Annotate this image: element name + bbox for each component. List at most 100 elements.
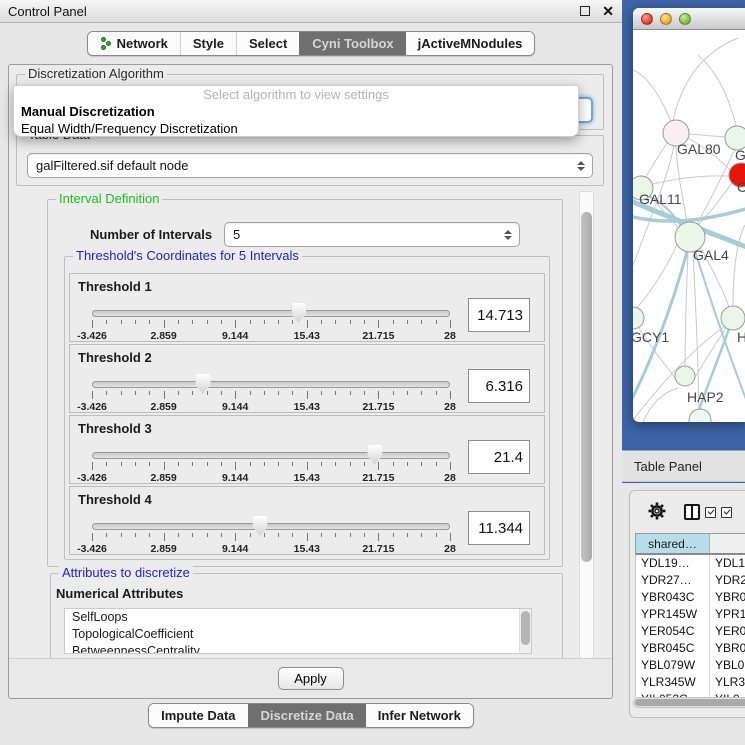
table-cell[interactable]: YDL1 xyxy=(710,555,745,572)
teal-edge[interactable] xyxy=(695,329,729,422)
tab-select[interactable]: Select xyxy=(236,32,299,55)
gray-edge[interactable] xyxy=(643,388,678,422)
table-cell[interactable]: YDR27… xyxy=(636,572,710,589)
bottom-tab-bar: Impute DataDiscretize Data Infer Network xyxy=(0,703,622,728)
tab-cyni-toolbox[interactable]: Cyni Toolbox xyxy=(299,32,405,55)
tab-label: Infer Network xyxy=(378,708,461,723)
threshold-label: Threshold 3 xyxy=(78,421,152,436)
gray-edge[interactable] xyxy=(733,225,745,306)
tab-discretize-data[interactable]: Discretize Data xyxy=(248,704,366,727)
table-cell[interactable]: YER0 xyxy=(710,623,745,640)
table-cell[interactable]: YBL079W xyxy=(636,657,710,674)
slider-track[interactable] xyxy=(92,310,450,317)
settings-scrollbar-thumb[interactable] xyxy=(581,212,592,562)
close-panel-icon[interactable]: ✕ xyxy=(602,6,614,16)
table-row[interactable]: YDL19…YDL1 xyxy=(636,555,745,572)
combo-arrows-icon xyxy=(577,161,585,171)
tab-infer-network[interactable]: Infer Network xyxy=(366,704,473,727)
table-header-row: shared… na xyxy=(635,533,745,555)
gray-edge[interactable] xyxy=(693,183,732,230)
tab-network[interactable]: Network xyxy=(88,32,180,55)
table-row[interactable]: YBL079WYBL0 xyxy=(636,657,745,674)
split-columns-icon[interactable] xyxy=(684,504,700,520)
table-cell[interactable]: YBR045C xyxy=(636,640,710,657)
threshold-value-field[interactable]: 11.344 xyxy=(468,511,530,545)
attribute-list-item[interactable]: BetweennessCentrality xyxy=(65,643,531,654)
table-cell[interactable]: YBR0 xyxy=(710,589,745,606)
table-cell[interactable]: YLR345W xyxy=(636,674,710,691)
table-row[interactable]: YER054CYER0 xyxy=(636,623,745,640)
control-panel-titlebar: Control Panel ✕ xyxy=(0,0,622,23)
gray-edge[interactable] xyxy=(693,252,699,409)
close-light-icon[interactable] xyxy=(641,13,653,25)
dropdown-option[interactable]: Manual Discretization xyxy=(14,103,578,120)
table-cell[interactable]: YER054C xyxy=(636,623,710,640)
gear-icon[interactable] xyxy=(648,502,666,523)
slider-track[interactable] xyxy=(92,523,450,530)
table-cell[interactable]: YLR3 xyxy=(710,674,745,691)
gray-edge[interactable] xyxy=(673,38,738,121)
slider-ticks xyxy=(92,391,450,399)
checkbox-icon[interactable] xyxy=(721,507,732,518)
table-panel-header: Table Panel xyxy=(622,450,745,482)
threshold-value-field[interactable]: 6.316 xyxy=(468,369,530,403)
attribute-list-item[interactable]: TopologicalCoefficient xyxy=(65,626,531,643)
table-row[interactable]: YBR045CYBR0 xyxy=(636,640,745,657)
table-cell[interactable]: YBR0 xyxy=(710,640,745,657)
checkbox-icon[interactable] xyxy=(705,507,716,518)
node-table: shared… na YDL19…YDL1YDR27…YDR2YBR043CYB… xyxy=(635,533,745,697)
gray-edge[interactable] xyxy=(645,140,669,178)
HAP2-node[interactable] xyxy=(675,366,695,386)
float-panel-icon[interactable] xyxy=(580,6,590,16)
attributes-list-scrollbar[interactable] xyxy=(519,609,531,653)
node-label: HAP2 xyxy=(687,389,724,405)
dropdown-option[interactable]: Equal Width/Frequency Discretization xyxy=(14,120,578,137)
H-node[interactable] xyxy=(721,306,745,330)
zoom-light-icon[interactable] xyxy=(679,13,691,25)
tick-label: 2.859 xyxy=(150,472,176,484)
number-of-intervals-combobox[interactable]: 5 xyxy=(224,222,520,247)
threshold-slider: -3.4262.8599.14415.4321.71528 xyxy=(92,373,450,413)
apply-button[interactable]: Apply xyxy=(278,667,344,690)
network-canvas[interactable]: GAL80GACGAL11GAL4GCY1HHAP2 xyxy=(633,30,745,422)
table-hscroll-thumb[interactable] xyxy=(635,699,745,706)
tick-label: 2.859 xyxy=(150,543,176,555)
gray-edge[interactable] xyxy=(698,55,736,126)
settings-scrollbar[interactable] xyxy=(579,191,594,659)
node-label: GAL80 xyxy=(677,141,721,157)
attribute-list-item[interactable]: SelfLoops xyxy=(65,609,531,626)
table-row[interactable]: YDR27…YDR2 xyxy=(636,572,745,589)
table-data-combobox[interactable]: galFiltered.sif default node xyxy=(27,153,593,178)
desktop-right-region: GAL80GACGAL11GAL4GCY1HHAP2 Table Panel xyxy=(622,0,745,745)
table-horizontal-scrollbar[interactable] xyxy=(633,697,745,708)
gray-edge[interactable] xyxy=(689,134,725,137)
tab-jactivemnodules[interactable]: jActiveMNodules xyxy=(406,32,535,55)
table-cell[interactable]: YBL0 xyxy=(710,657,745,674)
table-row[interactable]: YLR345WYLR3 xyxy=(636,674,745,691)
table-row[interactable]: YPR145WYPR1 xyxy=(636,606,745,623)
settings-scroll-area: Interval Definition Number of Intervals … xyxy=(17,191,573,659)
threshold-value-field[interactable]: 14.713 xyxy=(468,298,530,332)
table-cell[interactable]: YDR2 xyxy=(710,572,745,589)
slider-track[interactable] xyxy=(92,381,450,388)
table-cell[interactable]: YBR043C xyxy=(636,589,710,606)
minimize-light-icon[interactable] xyxy=(660,13,672,25)
table-cell[interactable]: YPR145W xyxy=(636,606,710,623)
table-row[interactable]: YBR043CYBR0 xyxy=(636,589,745,606)
tab-impute-data[interactable]: Impute Data xyxy=(149,704,247,727)
threshold-slider: -3.4262.8599.14415.4321.71528 xyxy=(92,302,450,342)
column-header-shared-name[interactable]: shared… xyxy=(636,534,710,553)
attributes-scrollbar-thumb[interactable] xyxy=(521,611,530,645)
tab-label: Cyni Toolbox xyxy=(312,36,393,51)
threshold-value-field[interactable]: 21.4 xyxy=(468,440,530,474)
table-cell[interactable]: YPR1 xyxy=(710,606,745,623)
slider-track[interactable] xyxy=(92,452,450,459)
bottom-node[interactable] xyxy=(689,409,711,422)
gray-edge[interactable] xyxy=(633,70,671,122)
tab-style[interactable]: Style xyxy=(180,32,236,55)
GCY1-node[interactable] xyxy=(633,307,644,329)
column-header-name[interactable]: na xyxy=(710,534,745,553)
tick-label: 28 xyxy=(444,330,456,342)
application-window: Control Panel ✕ NetworkStyleSelect Cyni T… xyxy=(0,0,745,745)
table-cell[interactable]: YDL19… xyxy=(636,555,710,572)
